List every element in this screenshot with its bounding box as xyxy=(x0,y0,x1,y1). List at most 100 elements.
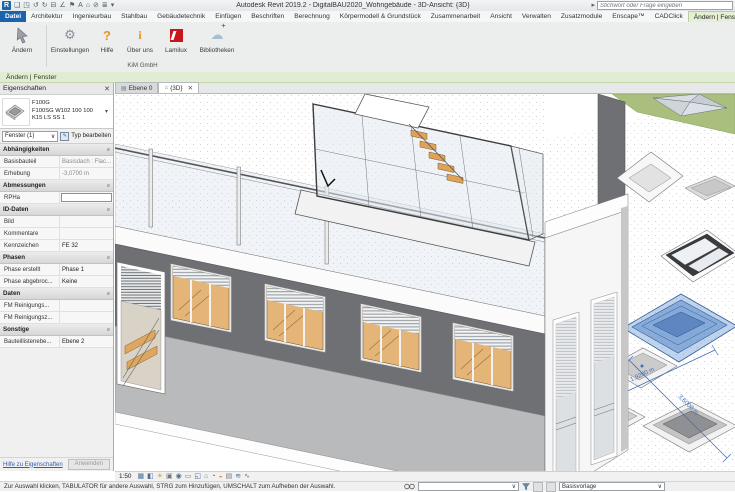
property-value[interactable] xyxy=(60,312,113,323)
close-view-icon[interactable]: ✕ xyxy=(188,84,193,92)
section-toggle-icon[interactable]: ≡ xyxy=(107,327,110,333)
crop-view-icon[interactable]: ▭ xyxy=(185,473,192,481)
tab-gebaeudetechnik[interactable]: Gebäudetechnik xyxy=(152,11,210,22)
close-icon[interactable]: ✕ xyxy=(104,85,110,93)
open-file-icon[interactable]: ❑ xyxy=(14,1,20,10)
analytical-icon[interactable]: ≋ xyxy=(235,473,241,481)
section-toggle-icon[interactable]: ≡ xyxy=(107,207,110,213)
3d-view[interactable]: 1,9200 m 3,6000 m xyxy=(115,94,735,471)
property-value-input[interactable] xyxy=(61,193,112,202)
property-value[interactable] xyxy=(60,300,113,311)
search-expander-icon[interactable]: ▸ xyxy=(591,1,595,10)
tab-einfuegen[interactable]: Einfügen xyxy=(210,11,246,22)
tab-enscape[interactable]: Enscape™ xyxy=(607,11,649,22)
filter-icon[interactable] xyxy=(522,483,530,491)
design-options-icon[interactable] xyxy=(533,482,543,492)
modify-button-label: Ändern xyxy=(12,47,33,54)
type-selector[interactable]: F100G F100SG W102 100 100 K15 LS SS 1 ▾ xyxy=(0,95,113,129)
modify-button[interactable]: Ändern xyxy=(0,22,44,71)
tab-datei[interactable]: Datei xyxy=(0,11,26,22)
properties-palette: Eigenschaften ✕ F100G F100SG W102 100 10… xyxy=(0,83,114,471)
redo-icon[interactable]: ↻ xyxy=(42,1,48,10)
tab-ansicht[interactable]: Ansicht xyxy=(485,11,517,22)
property-value[interactable]: Phase 1 xyxy=(60,264,113,275)
view-tab-3d[interactable]: ⌂ {3D} ✕ xyxy=(158,82,199,93)
section-id-daten[interactable]: ID-Daten≡ xyxy=(0,204,113,216)
tall-window-2[interactable] xyxy=(591,292,617,465)
tab-verwalten[interactable]: Verwalten xyxy=(517,11,556,22)
tab-koerpermodell[interactable]: Körpermodell & Grundstück xyxy=(335,11,426,22)
exclude-options-icon[interactable] xyxy=(546,482,556,492)
shadows-icon[interactable]: ▣ xyxy=(166,473,173,481)
property-value[interactable]: FE 32 xyxy=(60,240,113,251)
tab-beschriften[interactable]: Beschriften xyxy=(246,11,289,22)
tab-cadclick[interactable]: CADClick xyxy=(650,11,688,22)
section-toggle-icon[interactable]: ≡ xyxy=(107,183,110,189)
section-abmessungen[interactable]: Abmessungen≡ xyxy=(0,180,113,192)
view-properties-icon[interactable]: ▤ xyxy=(226,473,233,481)
section-toggle-icon[interactable]: ≡ xyxy=(107,255,110,261)
dimension-icon[interactable]: ⚑ xyxy=(69,1,75,10)
property-value[interactable] xyxy=(60,216,113,227)
section-abhaengigkeiten[interactable]: Abhängigkeiten≡ xyxy=(0,144,113,156)
tab-zusammenarbeit[interactable]: Zusammenarbeit xyxy=(426,11,485,22)
tab-stahlbau[interactable]: Stahlbau xyxy=(116,11,152,22)
detail-level-icon[interactable]: ▦ xyxy=(137,473,144,481)
default-3d-view-icon[interactable]: ⌂ xyxy=(86,1,90,10)
chevron-down-icon: ∨ xyxy=(512,483,516,490)
sun-path-icon[interactable]: ☀ xyxy=(157,473,163,481)
hide-isolate-icon[interactable]: ◔ xyxy=(211,473,215,481)
panel-label-kim-gmbh: KiM GmbH xyxy=(50,62,235,69)
panel-separator xyxy=(46,25,47,67)
text-icon[interactable]: A xyxy=(78,1,83,10)
tab-aendern-fenster[interactable]: Ändern | Fenster xyxy=(688,11,735,22)
section-phasen[interactable]: Phasen≡ xyxy=(0,252,113,264)
tab-architektur[interactable]: Architektur xyxy=(26,11,68,22)
section-toggle-icon[interactable]: ≡ xyxy=(107,291,110,297)
property-value[interactable]: Ebene 2 xyxy=(60,336,113,347)
tall-window-1[interactable] xyxy=(553,312,579,471)
staircase-window[interactable] xyxy=(117,262,165,394)
constraints-icon[interactable]: ∿ xyxy=(244,473,250,481)
section-icon[interactable]: ⊘ xyxy=(93,1,99,10)
property-row-phase-erstellt: Phase erstellt Phase 1 xyxy=(0,264,113,276)
apply-button[interactable]: Anwenden xyxy=(68,459,110,470)
property-value[interactable]: Keine xyxy=(60,276,113,287)
rendering-icon[interactable]: ◉ xyxy=(176,473,182,481)
section-sonstige[interactable]: Sonstige≡ xyxy=(0,324,113,336)
design-option-dropdown[interactable]: Basisvorlage ∨ xyxy=(559,482,665,491)
tab-berechnung[interactable]: Berechnung xyxy=(289,11,335,22)
editing-requests-icon[interactable] xyxy=(404,483,415,490)
property-row-bild: Bild xyxy=(0,216,113,228)
lock-3d-icon[interactable]: ⌂ xyxy=(204,473,208,481)
view-tab-ebene0[interactable]: ▤ Ebene 0 xyxy=(115,82,158,93)
measure-icon[interactable]: ∠ xyxy=(60,1,66,10)
undo-icon[interactable]: ↺ xyxy=(33,1,39,10)
print-icon[interactable]: ⊟ xyxy=(51,1,57,10)
lamilux-button-label: Lamilux xyxy=(165,47,187,54)
thin-lines-icon[interactable]: ≣ xyxy=(102,1,108,10)
property-value[interactable] xyxy=(60,228,113,239)
section-toggle-icon[interactable]: ≡ xyxy=(107,147,110,153)
visual-style-icon[interactable]: ◧ xyxy=(147,473,154,481)
revit-logo-icon[interactable]: R xyxy=(2,1,11,10)
property-value[interactable]: -3,0700 m xyxy=(60,168,113,179)
element-filter-dropdown[interactable]: Fenster (1) ∨ xyxy=(2,131,58,142)
3d-view-icon: ⌂ xyxy=(164,85,168,91)
question-mark-icon: ? xyxy=(103,25,111,45)
property-value[interactable]: Basisdach : Flac... xyxy=(60,156,113,167)
workset-dropdown[interactable]: ∨ xyxy=(418,482,519,491)
show-crop-icon[interactable]: ◱ xyxy=(194,473,201,481)
properties-help-link[interactable]: Hilfe zu Eigenschaften xyxy=(3,462,63,468)
drawing-area[interactable]: 1,9200 m 3,6000 m xyxy=(115,94,735,471)
about-button-label: Über uns xyxy=(127,47,153,54)
tab-zusatzmodule[interactable]: Zusatzmodule xyxy=(556,11,607,22)
tab-ingenieurbau[interactable]: Ingenieurbau xyxy=(68,11,117,22)
edit-type-button[interactable]: ✎ Typ bearbeiten xyxy=(60,132,111,141)
search-input[interactable] xyxy=(597,1,733,10)
chevron-down-icon[interactable]: ▾ xyxy=(105,108,113,115)
reveal-hidden-icon[interactable]: ◒ xyxy=(218,473,222,481)
scale-button[interactable]: 1:50 xyxy=(119,473,131,480)
save-icon[interactable]: ◳ xyxy=(23,1,30,10)
section-daten[interactable]: Daten≡ xyxy=(0,288,113,300)
